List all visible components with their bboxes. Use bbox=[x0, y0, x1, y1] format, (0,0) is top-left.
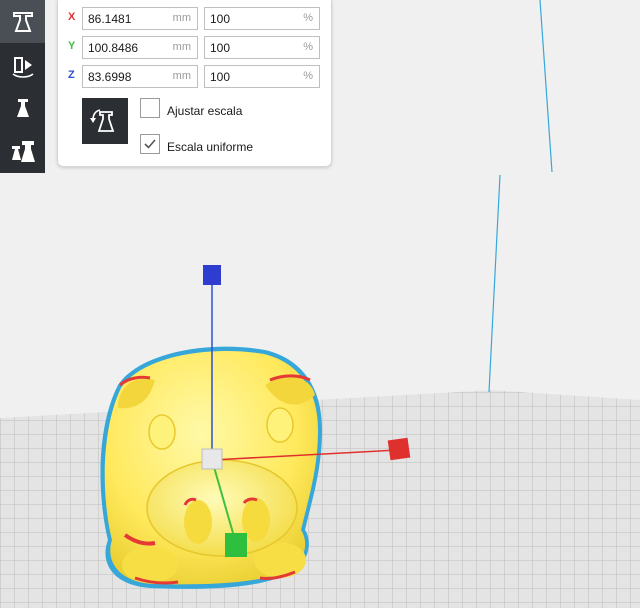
x-scale-percent-value: 100 bbox=[210, 12, 231, 26]
support-blocker-button[interactable] bbox=[0, 129, 45, 172]
y-scale-percent-value: 100 bbox=[210, 41, 231, 55]
scale-panel: X 86.1481 mm 100 % Y 100.8486 mm 100 % Z… bbox=[57, 0, 332, 167]
scale-tool-icon bbox=[12, 11, 33, 32]
uniform-scaling-checkbox[interactable] bbox=[140, 134, 160, 154]
x-percent-unit: % bbox=[303, 12, 313, 24]
x-axis-handle[interactable] bbox=[387, 437, 411, 461]
z-axis-handle[interactable] bbox=[203, 265, 221, 285]
scale-row-y: Y 100.8486 mm 100 % bbox=[58, 36, 331, 59]
y-scale-percent-input[interactable]: 100 % bbox=[204, 36, 320, 59]
lay-flat-button[interactable] bbox=[82, 98, 128, 144]
per-model-settings-button[interactable] bbox=[0, 86, 45, 129]
x-size-mm-input[interactable]: 86.1481 mm bbox=[82, 7, 198, 30]
gizmo-center[interactable] bbox=[201, 448, 223, 470]
y-size-mm-value: 100.8486 bbox=[88, 41, 139, 55]
fit-to-volume-label: Ajustar escala bbox=[167, 104, 243, 118]
scale-row-x: X 86.1481 mm 100 % bbox=[58, 7, 331, 30]
z-axis-label: Z bbox=[68, 69, 75, 81]
uniform-scaling-label: Escala uniforme bbox=[167, 140, 254, 154]
per-model-settings-icon bbox=[16, 98, 29, 117]
z-mm-unit: mm bbox=[172, 70, 191, 82]
y-axis-label: Y bbox=[68, 40, 76, 52]
z-scale-percent-input[interactable]: 100 % bbox=[204, 65, 320, 88]
y-percent-unit: % bbox=[303, 41, 313, 53]
z-size-mm-value: 83.6998 bbox=[88, 70, 132, 84]
x-scale-percent-input[interactable]: 100 % bbox=[204, 7, 320, 30]
x-axis-label: X bbox=[68, 11, 76, 23]
tool-sidebar bbox=[0, 0, 45, 173]
y-size-mm-input[interactable]: 100.8486 mm bbox=[82, 36, 198, 59]
z-scale-percent-value: 100 bbox=[210, 70, 231, 84]
x-mm-unit: mm bbox=[172, 12, 191, 24]
mirror-tool-icon bbox=[12, 56, 33, 78]
z-percent-unit: % bbox=[303, 70, 313, 82]
support-blocker-icon bbox=[11, 140, 35, 162]
checkmark-icon bbox=[144, 139, 156, 149]
y-axis-handle[interactable] bbox=[225, 533, 247, 557]
z-size-mm-input[interactable]: 83.6998 mm bbox=[82, 65, 198, 88]
mirror-tool-button[interactable] bbox=[0, 43, 45, 86]
scale-row-z: Z 83.6998 mm 100 % bbox=[58, 65, 331, 88]
x-size-mm-value: 86.1481 bbox=[88, 12, 132, 26]
build-volume-outline bbox=[488, 0, 553, 393]
fit-to-volume-checkbox[interactable] bbox=[140, 98, 160, 118]
y-mm-unit: mm bbox=[172, 41, 191, 53]
scale-tool-button[interactable] bbox=[0, 0, 45, 43]
lay-flat-icon bbox=[90, 109, 115, 132]
